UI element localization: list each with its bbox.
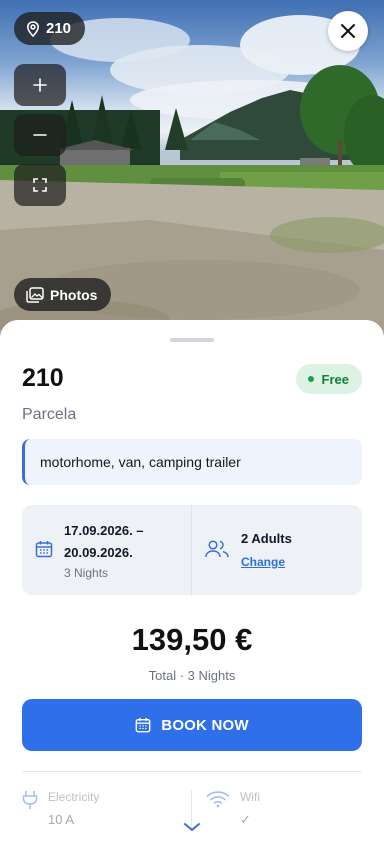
amenity-label: Electricity (48, 790, 100, 804)
status-badge: Free (295, 364, 362, 394)
amenity-value: 10 A (48, 812, 75, 827)
zoom-out-button[interactable] (14, 114, 66, 156)
status-dot-icon (307, 376, 314, 382)
map-pin-icon (26, 20, 40, 37)
spot-badge-label: 210 (46, 20, 72, 37)
close-icon (341, 24, 355, 38)
calendar-icon (135, 717, 151, 733)
allowed-vehicles-info: motorhome, van, camping trailer (22, 439, 362, 485)
zoom-in-button[interactable] (14, 64, 66, 106)
chevron-down-icon (184, 823, 200, 831)
amenity-label: Wifi (240, 790, 260, 804)
guests-cell: 2 Adults Change (192, 505, 362, 595)
images-icon (26, 286, 44, 303)
dates-range: 17.09.2026. – 20.09.2026. (64, 523, 144, 560)
spot-number-badge: 210 (14, 12, 86, 45)
status-badge-label: Free (321, 371, 349, 387)
wifi-icon (206, 791, 230, 808)
booking-summary: 17.09.2026. – 20.09.2026. 3 Nights 2 Adu… (22, 505, 362, 595)
amenity-electricity: Electricity 10 A (22, 790, 99, 827)
calendar-icon (35, 541, 53, 558)
scroll-more-button[interactable] (183, 820, 201, 838)
photos-button[interactable]: Photos (14, 278, 112, 311)
total-price: 139,50 € (131, 622, 253, 657)
close-button[interactable] (328, 11, 368, 51)
price-note: Total · 3 Nights (148, 668, 236, 683)
fullscreen-button[interactable] (14, 164, 66, 206)
book-now-label: BOOK NOW (161, 716, 249, 734)
spot-photo-panorama[interactable]: 210 Photos (0, 0, 384, 345)
section-divider (22, 771, 362, 772)
allowed-vehicles-text: motorhome, van, camping trailer (40, 454, 241, 470)
fullscreen-icon (33, 178, 47, 192)
spot-title: 210 (22, 364, 64, 392)
plus-icon (33, 78, 47, 92)
amenity-wifi: Wifi ✓ (206, 790, 260, 828)
guests-count: 2 Adults (241, 531, 292, 546)
sheet-drag-handle[interactable] (170, 338, 214, 342)
photos-button-label: Photos (50, 286, 98, 303)
book-now-button[interactable]: BOOK NOW (22, 699, 362, 751)
nights-count: 3 Nights (64, 566, 109, 580)
amenity-value: ✓ (240, 812, 251, 827)
people-icon (205, 540, 229, 558)
plug-icon (22, 791, 38, 809)
spot-type: Parcela (22, 406, 77, 423)
minus-icon (33, 134, 47, 136)
dates-cell[interactable]: 17.09.2026. – 20.09.2026. 3 Nights (22, 505, 192, 595)
spot-details-sheet: 210 Parcela Free motorhome, van, camping… (0, 320, 384, 840)
change-guests-link[interactable]: Change (241, 555, 285, 569)
